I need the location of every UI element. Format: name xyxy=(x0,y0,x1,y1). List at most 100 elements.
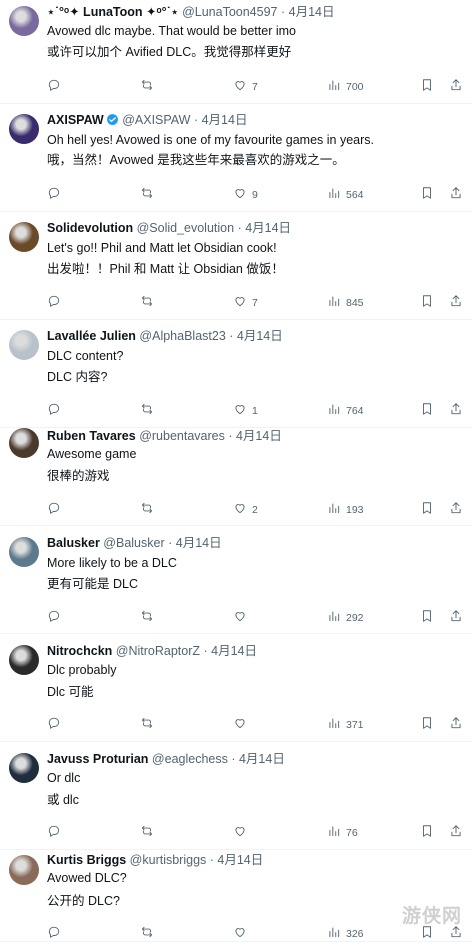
bookmark-button[interactable] xyxy=(420,402,434,419)
bookmark-button[interactable] xyxy=(420,294,434,311)
tweet[interactable]: Solidevolution @Solid_evolution · 4月14日 … xyxy=(0,212,472,320)
like-button[interactable]: 7 xyxy=(233,294,258,311)
retweet-button[interactable] xyxy=(140,402,159,419)
bookmark-button[interactable] xyxy=(420,501,434,518)
like-button[interactable] xyxy=(233,925,252,942)
views-button[interactable]: 292 xyxy=(327,609,364,626)
share-button[interactable] xyxy=(449,824,463,841)
author-name[interactable]: ⋆˙°ᵒ✦ LunaToon ✦ᵒ°˙⋆ xyxy=(47,5,179,19)
tweet[interactable]: ⋆˙°ᵒ✦ LunaToon ✦ᵒ°˙⋆ @LunaToon4597 · 4月1… xyxy=(0,0,472,104)
bookmark-button[interactable] xyxy=(420,186,434,203)
tweet-date[interactable]: 4月14日 xyxy=(239,752,285,766)
tweet-date[interactable]: 4月14日 xyxy=(245,221,291,235)
avatar[interactable] xyxy=(9,855,39,885)
tweet[interactable]: AXISPAW @AXISPAW · 4月14日 Oh hell yes! Av… xyxy=(0,104,472,212)
author-handle[interactable]: @kurtisbriggs xyxy=(130,853,207,867)
reply-button[interactable] xyxy=(47,294,66,311)
views-button[interactable]: 326 xyxy=(327,925,364,942)
retweet-button[interactable] xyxy=(140,925,159,942)
tweet-date[interactable]: 4月14日 xyxy=(289,5,335,19)
tweet-date[interactable]: 4月14日 xyxy=(202,113,248,127)
author-handle[interactable]: @Solid_evolution xyxy=(137,221,234,235)
tweet-date[interactable]: 4月14日 xyxy=(217,853,263,867)
avatar[interactable] xyxy=(9,114,39,144)
reply-icon xyxy=(47,402,61,419)
tweet-date[interactable]: 4月14日 xyxy=(236,429,282,443)
avatar[interactable] xyxy=(9,6,39,36)
views-button[interactable]: 564 xyxy=(327,186,364,203)
reply-button[interactable] xyxy=(47,716,66,733)
views-button[interactable]: 371 xyxy=(327,716,364,733)
tweet[interactable]: Ruben Tavares @rubentavares · 4月14日 Awes… xyxy=(0,428,472,526)
retweet-button[interactable] xyxy=(140,186,159,203)
avatar[interactable] xyxy=(9,537,39,567)
author-name[interactable]: Nitrochckn xyxy=(47,644,112,658)
share-button[interactable] xyxy=(449,294,463,311)
avatar[interactable] xyxy=(9,428,39,458)
views-button[interactable]: 193 xyxy=(327,501,364,518)
like-button[interactable] xyxy=(233,716,252,733)
avatar[interactable] xyxy=(9,753,39,783)
like-button[interactable] xyxy=(233,824,252,841)
tweet[interactable]: Nitrochckn @NitroRaptorZ · 4月14日 Dlc pro… xyxy=(0,634,472,742)
like-button[interactable]: 2 xyxy=(233,501,258,518)
author-name[interactable]: Javuss Proturian xyxy=(47,752,148,766)
retweet-button[interactable] xyxy=(140,78,159,95)
author-handle[interactable]: @AXISPAW xyxy=(122,113,190,127)
retweet-button[interactable] xyxy=(140,716,159,733)
author-handle[interactable]: @AlphaBlast23 xyxy=(139,329,225,343)
views-button[interactable]: 700 xyxy=(327,78,364,95)
share-button[interactable] xyxy=(449,78,463,95)
like-button[interactable]: 9 xyxy=(233,186,258,203)
reply-button[interactable] xyxy=(47,501,66,518)
tweet[interactable]: Balusker @Balusker · 4月14日 More likely t… xyxy=(0,526,472,634)
bookmark-button[interactable] xyxy=(420,609,434,626)
retweet-button[interactable] xyxy=(140,294,159,311)
bookmark-button[interactable] xyxy=(420,824,434,841)
author-handle[interactable]: @LunaToon4597 xyxy=(182,5,277,19)
share-button[interactable] xyxy=(449,501,463,518)
author-name[interactable]: Kurtis Briggs xyxy=(47,853,126,867)
tweet[interactable]: Kurtis Briggs @kurtisbriggs · 4月14日 Avow… xyxy=(0,850,472,942)
share-button[interactable] xyxy=(449,609,463,626)
tweet-date[interactable]: 4月14日 xyxy=(176,536,222,550)
share-button[interactable] xyxy=(449,402,463,419)
reply-button[interactable] xyxy=(47,78,66,95)
author-handle[interactable]: @NitroRaptorZ xyxy=(116,644,200,658)
like-button[interactable]: 7 xyxy=(233,78,258,95)
author-name[interactable]: Ruben Tavares xyxy=(47,429,136,443)
author-name[interactable]: Lavallée Julien xyxy=(47,329,136,343)
retweet-button[interactable] xyxy=(140,501,159,518)
retweet-button[interactable] xyxy=(140,609,159,626)
tweet-translation: DLC 内容? xyxy=(47,370,108,384)
share-button[interactable] xyxy=(449,186,463,203)
reply-button[interactable] xyxy=(47,824,66,841)
tweet-date[interactable]: 4月14日 xyxy=(211,644,257,658)
author-handle[interactable]: @Balusker xyxy=(103,536,164,550)
share-button[interactable] xyxy=(449,716,463,733)
bookmark-button[interactable] xyxy=(420,716,434,733)
author-name[interactable]: AXISPAW xyxy=(47,113,104,127)
retweet-button[interactable] xyxy=(140,824,159,841)
avatar[interactable] xyxy=(9,222,39,252)
reply-button[interactable] xyxy=(47,925,66,942)
views-button[interactable]: 764 xyxy=(327,402,364,419)
avatar[interactable] xyxy=(9,645,39,675)
like-button[interactable]: 1 xyxy=(233,402,258,419)
author-name[interactable]: Balusker xyxy=(47,536,100,550)
author-name[interactable]: Solidevolution xyxy=(47,221,133,235)
views-button[interactable]: 76 xyxy=(327,824,358,841)
reply-button[interactable] xyxy=(47,186,66,203)
views-button[interactable]: 845 xyxy=(327,294,364,311)
bookmark-button[interactable] xyxy=(420,78,434,95)
reply-button[interactable] xyxy=(47,402,66,419)
reply-button[interactable] xyxy=(47,609,66,626)
views-count: 845 xyxy=(346,296,364,309)
tweet[interactable]: Lavallée Julien @AlphaBlast23 · 4月14日 DL… xyxy=(0,320,472,428)
author-handle[interactable]: @rubentavares xyxy=(139,429,225,443)
like-button[interactable] xyxy=(233,609,252,626)
tweet[interactable]: Javuss Proturian @eaglechess · 4月14日 Or … xyxy=(0,742,472,850)
tweet-date[interactable]: 4月14日 xyxy=(237,329,283,343)
author-handle[interactable]: @eaglechess xyxy=(152,752,228,766)
avatar[interactable] xyxy=(9,330,39,360)
